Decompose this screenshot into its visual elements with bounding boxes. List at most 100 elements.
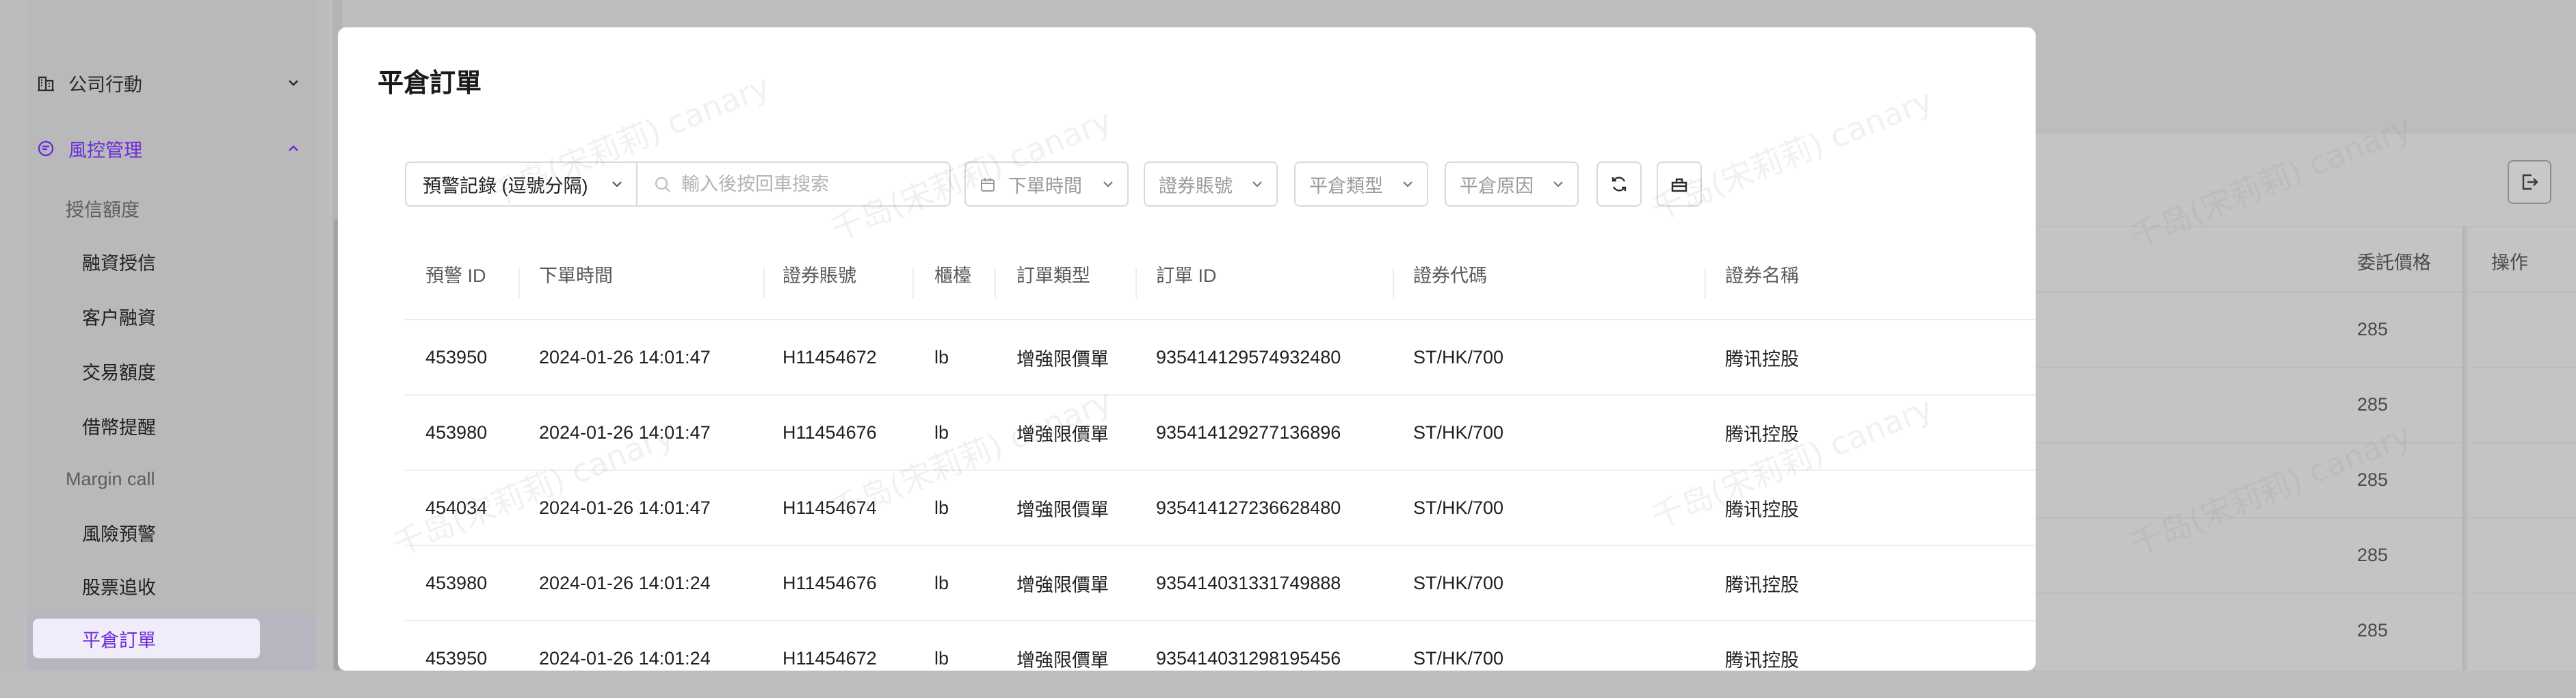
calendar-icon: [981, 178, 995, 192]
column-header-security-name: 證券名稱: [1725, 265, 1799, 286]
divider: [2036, 292, 2576, 293]
cell-counter: lb: [934, 422, 949, 443]
cell-order-time: 2024-01-26 14:01:47: [539, 346, 711, 367]
menu-group-risk-management[interactable]: 風控管理: [27, 119, 316, 178]
cell-order-type: 增強限價單: [1016, 348, 1109, 370]
table-row[interactable]: 453980 2024-01-26 14:01:24 H11454676 lb …: [405, 546, 2036, 621]
sidebar-item-financing-credit[interactable]: 融資授信: [27, 235, 316, 287]
cell-alert-id: 454034: [425, 497, 488, 518]
cell-order-time: 2024-01-26 14:01:47: [539, 497, 711, 518]
table-row[interactable]: 453980 2024-01-26 14:01:47 H11454676 lb …: [405, 396, 2036, 471]
sidebar-item-trading-limit[interactable]: 交易額度: [27, 345, 316, 397]
refresh-button[interactable]: [1596, 161, 1642, 207]
background-table-area: [2036, 134, 2576, 671]
cell-order-price: 285: [2357, 620, 2389, 641]
chevron-down-icon: [1403, 181, 1412, 188]
column-header-order-price: 委託價格: [2357, 253, 2431, 273]
cell-order-id: 935414127236628480: [1156, 497, 1341, 518]
chevron-down-icon: [612, 181, 622, 188]
cell-account: H11454676: [783, 422, 877, 443]
column-header-actions: 操作: [2491, 253, 2528, 273]
cell-order-price: 285: [2357, 469, 2389, 490]
cell-security-code: ST/HK/700: [1413, 497, 1504, 518]
cell-alert-id: 453980: [425, 572, 488, 593]
menu-subgroup-margin-call: Margin call: [66, 468, 155, 489]
cell-account: H11454672: [783, 647, 877, 669]
order-time-filter[interactable]: 下單時間: [964, 161, 1129, 207]
cell-order-time: 2024-01-26 14:01:24: [539, 647, 711, 669]
column-separator: [1393, 268, 1394, 298]
cell-order-time: 2024-01-26 14:01:24: [539, 572, 711, 593]
cell-order-id: 935414129574932480: [1156, 346, 1341, 367]
chevron-down-icon: [1252, 181, 1262, 188]
divider: [2036, 593, 2576, 594]
sidebar-item-stock-recovery[interactable]: 股票追收: [27, 560, 316, 612]
menu-group-corporate-actions[interactable]: 公司行動: [27, 53, 316, 112]
cell-security-code: ST/HK/700: [1413, 572, 1504, 593]
cell-counter: lb: [934, 346, 949, 367]
sidebar-item-risk-alert[interactable]: 風險預警: [27, 506, 316, 558]
cell-counter: lb: [934, 647, 949, 669]
cell-order-price: 285: [2357, 545, 2389, 565]
cell-security-name: 腾讯控股: [1725, 574, 1799, 595]
cell-account: H11454674: [783, 497, 877, 518]
cell-security-code: ST/HK/700: [1413, 422, 1504, 443]
search-combo: 預警記錄 (逗號分隔): [405, 161, 951, 207]
table-row[interactable]: 453950 2024-01-26 14:01:24 H11454672 lb …: [405, 621, 2036, 671]
column-separator: [763, 268, 765, 298]
cell-order-id: 935414031298195456: [1156, 647, 1341, 669]
cell-order-type: 增強限價單: [1016, 424, 1109, 445]
sidebar-item-borrow-reminder[interactable]: 借幣提醒: [27, 400, 316, 452]
filter-label: 證券賬號: [1159, 175, 1233, 196]
account-filter[interactable]: 證券賬號: [1144, 161, 1278, 207]
building-icon: [34, 71, 57, 94]
cell-security-name: 腾讯控股: [1725, 499, 1799, 520]
cell-order-id: 935414031331749888: [1156, 572, 1341, 593]
divider: [2036, 517, 2576, 519]
filter-label: 平倉原因: [1460, 175, 1534, 196]
menu-group-label: 風控管理: [68, 140, 142, 161]
refresh-icon: [1612, 177, 1627, 192]
cell-counter: lb: [934, 497, 949, 518]
column-separator: [995, 268, 996, 298]
liquidation-type-filter[interactable]: 平倉類型: [1294, 161, 1428, 207]
cell-account: H11454672: [783, 346, 877, 367]
chevron-down-icon: [1103, 181, 1113, 188]
column-separator: [1135, 268, 1137, 298]
clear-filters-button[interactable]: [1657, 161, 1702, 207]
cell-security-name: 腾讯控股: [1725, 649, 1799, 671]
export-icon: [2522, 174, 2538, 190]
chevron-down-icon: [1553, 181, 1563, 188]
table-row[interactable]: 454034 2024-01-26 14:01:47 H11454674 lb …: [405, 471, 2036, 546]
column-header-account: 證券賬號: [783, 265, 856, 286]
filter-label: 下單時間: [1008, 175, 1082, 196]
cell-security-code: ST/HK/700: [1413, 647, 1504, 669]
search-input[interactable]: [639, 163, 949, 205]
cell-order-type: 增強限價單: [1016, 499, 1109, 520]
liquidation-reason-filter[interactable]: 平倉原因: [1445, 161, 1579, 207]
clear-icon: [1671, 178, 1687, 192]
search-type-select[interactable]: 預警記錄 (逗號分隔): [406, 163, 638, 205]
divider: [2036, 442, 2576, 443]
table-header: 預警 ID 下單時間 證券賬號 櫃檯 訂單類型 訂單 ID 證券代碼 證券名稱: [405, 227, 2036, 320]
divider: [2036, 367, 2576, 368]
export-button[interactable]: [2508, 160, 2551, 204]
column-separator: [912, 268, 914, 298]
column-header-counter: 櫃檯: [934, 265, 971, 286]
sidebar-item-client-financing[interactable]: 客户融資: [27, 290, 316, 342]
liquidation-orders-modal: 平倉訂單 預警記錄 (逗號分隔) 下單時間 證券賬號 平倉: [338, 27, 2036, 671]
column-header-order-time: 下單時間: [539, 265, 613, 286]
cell-counter: lb: [934, 572, 949, 593]
cell-order-price: 285: [2357, 319, 2389, 339]
cell-security-name: 腾讯控股: [1725, 348, 1799, 370]
divider: [2036, 226, 2576, 227]
column-header-order-id: 訂單 ID: [1156, 265, 1217, 286]
page-title: 平倉訂單: [378, 69, 482, 98]
cell-order-price: 285: [2357, 394, 2389, 415]
sidebar-item-liquidation-orders[interactable]: 平倉訂單: [33, 619, 260, 658]
menu-subgroup-credit-limit: 授信額度: [66, 199, 140, 220]
table-row[interactable]: 453950 2024-01-26 14:01:47 H11454672 lb …: [405, 320, 2036, 396]
cell-alert-id: 453950: [425, 647, 488, 669]
cell-order-type: 增強限價單: [1016, 649, 1109, 671]
app-root: 公司行動 風控管理 授信額度 融資授信 客户融資 交易額度 借幣提醒 Margi…: [0, 0, 2576, 698]
